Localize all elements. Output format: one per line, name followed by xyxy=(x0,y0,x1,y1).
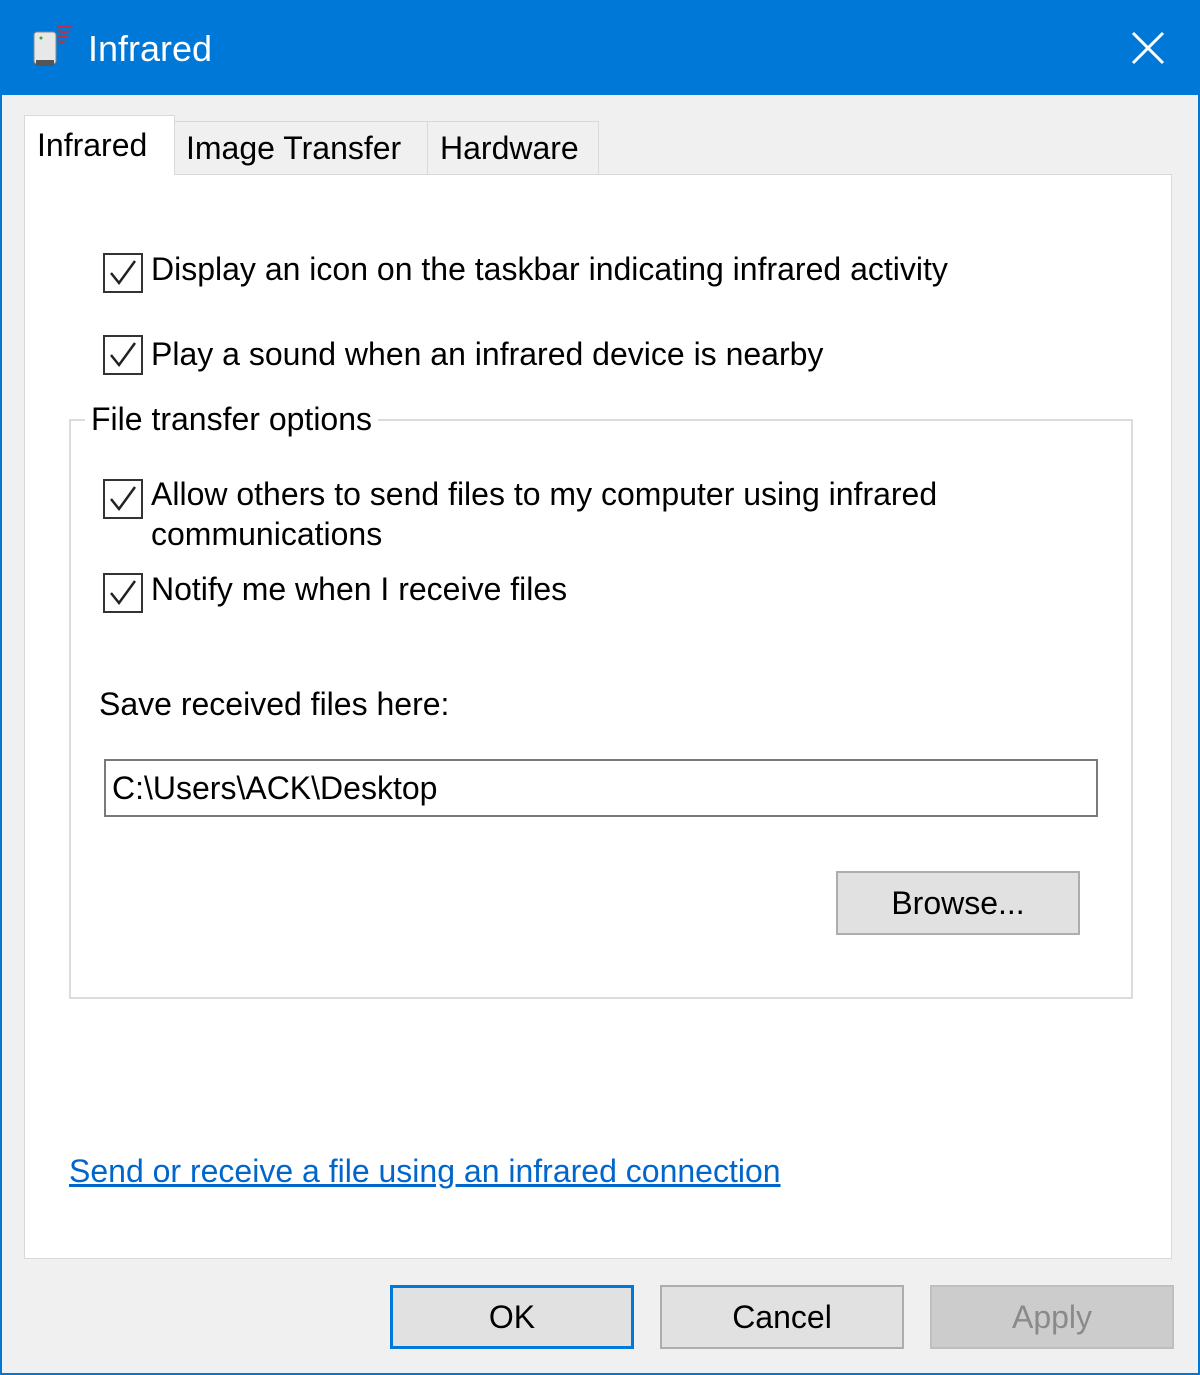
save-path-input[interactable]: C:\Users\ACK\Desktop xyxy=(104,759,1098,817)
tab-panel: Display an icon on the taskbar indicatin… xyxy=(24,174,1172,1259)
infrared-device-icon xyxy=(33,25,73,66)
cancel-button[interactable]: Cancel xyxy=(660,1285,904,1349)
infrared-dialog: Infrared Infrared Image Transfer Hardwar… xyxy=(2,0,1198,1373)
save-location-label: Save received files here: xyxy=(99,686,450,722)
tab-label: Infrared xyxy=(37,127,148,163)
tab-image-transfer[interactable]: Image Transfer xyxy=(173,121,429,175)
play-sound-checkbox[interactable] xyxy=(103,335,143,375)
checkmark-icon xyxy=(110,486,137,512)
tab-label: Hardware xyxy=(440,130,579,166)
checkmark-icon xyxy=(110,580,137,606)
notify-label: Notify me when I receive files xyxy=(151,571,568,607)
ok-button[interactable]: OK xyxy=(390,1285,634,1349)
tab-label: Image Transfer xyxy=(186,130,402,166)
checkmark-icon xyxy=(110,342,137,368)
file-transfer-group-label: File transfer options xyxy=(85,399,379,439)
taskbar-icon-label: Display an icon on the taskbar indicatin… xyxy=(151,251,948,287)
play-sound-label: Play a sound when an infrared device is … xyxy=(151,336,824,372)
close-icon xyxy=(1131,31,1165,64)
title-bar: Infrared xyxy=(2,0,1198,95)
apply-button[interactable]: Apply xyxy=(930,1285,1174,1349)
allow-receive-checkbox[interactable] xyxy=(103,479,143,519)
tab-hardware[interactable]: Hardware xyxy=(427,121,599,175)
tab-infrared[interactable]: Infrared xyxy=(24,115,175,175)
notify-checkbox[interactable] xyxy=(103,573,143,613)
allow-receive-label-cont: communications xyxy=(151,516,383,552)
taskbar-icon-checkbox[interactable] xyxy=(103,253,143,293)
allow-receive-label: Allow others to send files to my compute… xyxy=(151,476,938,512)
window-title: Infrared xyxy=(88,28,213,69)
browse-button[interactable]: Browse... xyxy=(836,871,1080,935)
close-button[interactable] xyxy=(1098,0,1198,95)
send-receive-link[interactable]: Send or receive a file using an infrared… xyxy=(69,1153,781,1190)
checkmark-icon xyxy=(110,260,137,286)
